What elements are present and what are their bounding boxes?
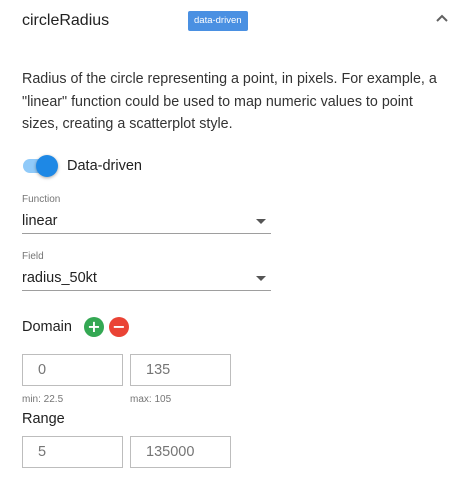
data-driven-label: Data-driven — [67, 158, 142, 174]
field-label: Field — [22, 251, 44, 262]
field-value: radius_50kt — [22, 270, 97, 286]
add-stop-button[interactable]: + — [83, 317, 104, 337]
collapse-button[interactable] — [432, 8, 452, 28]
domain-min-hint: min: 22.5 — [22, 394, 64, 405]
data-driven-toggle-row: Data-driven — [22, 154, 142, 178]
function-field: Function linear — [22, 194, 271, 234]
field-field: Field radius_50kt — [22, 251, 271, 291]
property-description: Radius of the circle representing a poin… — [22, 71, 437, 132]
function-value: linear — [22, 213, 58, 229]
range-min-input[interactable]: 5 — [22, 436, 123, 468]
plus-icon: + — [87, 317, 101, 336]
minus-icon: − — [112, 317, 126, 336]
domain-max-input[interactable]: 135 — [130, 354, 231, 386]
dropdown-arrow-icon — [256, 218, 266, 224]
chevron-up-icon — [436, 14, 448, 22]
data-driven-badge: data-driven — [188, 11, 248, 31]
domain-row: Domain + − — [22, 317, 134, 337]
domain-max-hint: max: 105 — [130, 394, 172, 405]
remove-stop-button[interactable]: − — [108, 317, 129, 337]
switch-knob — [36, 155, 58, 177]
range-max-input[interactable]: 135000 — [130, 436, 231, 468]
range-label: Range — [22, 411, 65, 427]
function-select[interactable]: linear — [22, 209, 271, 234]
domain-min-input[interactable]: 0 — [22, 354, 123, 386]
property-title: circleRadius — [22, 12, 110, 29]
data-driven-switch[interactable] — [22, 154, 58, 178]
field-select[interactable]: radius_50kt — [22, 266, 271, 291]
domain-label: Domain — [22, 319, 72, 335]
property-header: circleRadius data-driven — [22, 10, 462, 34]
function-label: Function — [22, 194, 61, 205]
dropdown-arrow-icon — [256, 275, 266, 281]
